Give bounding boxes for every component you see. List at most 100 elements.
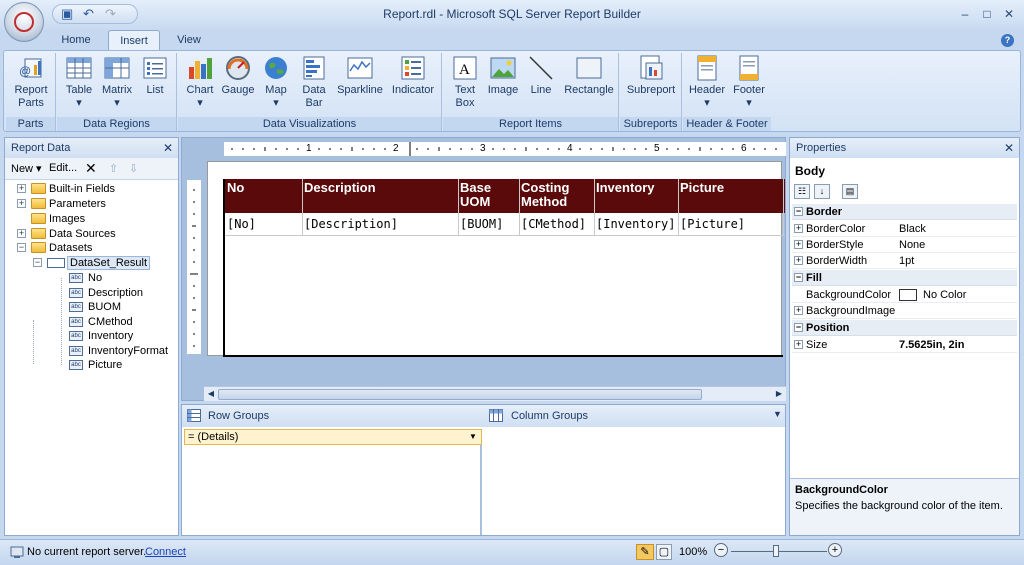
chevron-down-icon[interactable]: ▼ <box>467 432 479 442</box>
expand-toggle[interactable]: + <box>794 256 803 265</box>
header-button[interactable]: Header ▾ <box>687 55 727 110</box>
subreport-button[interactable]: Subreport <box>624 55 678 97</box>
cell-cmethod[interactable]: [CMethod] <box>521 217 586 231</box>
property-value[interactable]: No Color <box>923 287 966 303</box>
help-icon[interactable]: ? <box>1001 34 1014 47</box>
property-row[interactable]: + BorderWidth 1pt <box>792 253 1017 269</box>
property-row[interactable]: + Size 7.5625in, 2in <box>792 337 1017 353</box>
close-icon[interactable]: ✕ <box>1004 141 1014 155</box>
line-button[interactable]: Line <box>523 55 559 97</box>
property-value[interactable]: 1pt <box>899 253 914 269</box>
property-value[interactable]: 7.5625in, 2in <box>899 337 964 353</box>
move-down-icon[interactable]: ⇩ <box>129 162 138 175</box>
chevron-down-icon[interactable]: ▼ <box>773 409 782 419</box>
footer-button[interactable]: Footer ▾ <box>729 55 769 110</box>
preview-icon[interactable]: ▢ <box>656 544 672 560</box>
expand-toggle[interactable]: − <box>17 243 26 252</box>
tree-item-label: No <box>88 272 103 284</box>
list-button[interactable]: List <box>137 55 173 97</box>
column-header-costing-method[interactable]: Costing Method <box>521 181 569 209</box>
property-row[interactable]: BackgroundColor No Color <box>792 287 1017 303</box>
maximize-button[interactable]: □ <box>977 5 997 23</box>
design-view-icon[interactable]: ✎ <box>636 544 654 560</box>
category-border[interactable]: − Border <box>792 204 1017 220</box>
move-up-icon[interactable]: ⇧ <box>109 162 118 175</box>
connect-link[interactable]: Connect <box>145 546 186 558</box>
gauge-button[interactable]: Gauge <box>220 55 256 97</box>
cell-description[interactable]: [Description] <box>304 217 398 231</box>
property-value[interactable]: None <box>899 237 925 253</box>
expand-toggle[interactable]: + <box>794 306 803 315</box>
property-row[interactable]: + BorderStyle None <box>792 237 1017 253</box>
matrix-button[interactable]: Matrix ▾ <box>99 55 135 110</box>
categorized-icon[interactable]: ☷ <box>794 184 810 199</box>
minimize-button[interactable]: – <box>955 5 975 23</box>
zoom-slider-track[interactable] <box>731 551 827 552</box>
delete-icon[interactable]: ✕ <box>85 160 97 177</box>
report-table[interactable]: No Description Base UOM Costing Method I… <box>223 179 785 357</box>
design-surface[interactable]: 1 2 3 4 5 6 No Description Base UOM Cost… <box>181 137 786 401</box>
scroll-left-icon[interactable]: ◀ <box>205 388 217 400</box>
edit-button[interactable]: Edit... <box>49 162 77 174</box>
properties-title: Properties <box>790 138 1019 158</box>
matrix-label: Matrix ▾ <box>102 84 132 109</box>
cell-no[interactable]: [No] <box>227 217 256 231</box>
category-position[interactable]: − Position <box>792 320 1017 336</box>
report-parts-button[interactable]: @ Report Parts <box>8 55 54 110</box>
property-value[interactable]: Black <box>899 221 926 237</box>
data-bar-button[interactable]: Data Bar <box>296 55 332 110</box>
expand-toggle[interactable]: + <box>794 240 803 249</box>
column-header-inventory[interactable]: Inventory <box>596 181 655 195</box>
scrollbar-thumb[interactable] <box>218 389 702 400</box>
property-pages-icon[interactable]: ▤ <box>842 184 858 199</box>
close-icon[interactable]: ✕ <box>163 141 173 155</box>
image-button[interactable]: Image <box>485 55 521 97</box>
indicator-button[interactable]: Indicator <box>388 55 438 97</box>
property-row[interactable]: + BackgroundImage <box>792 303 1017 319</box>
server-status-text: No current report server. <box>27 546 147 558</box>
undo-icon[interactable]: ↶ <box>83 6 94 22</box>
scroll-right-icon[interactable]: ▶ <box>773 388 785 400</box>
expand-toggle[interactable]: + <box>17 184 26 193</box>
redo-icon[interactable]: ↷ <box>105 6 116 22</box>
zoom-in-button[interactable]: + <box>828 543 842 557</box>
horizontal-scrollbar[interactable]: ◀ ▶ <box>204 386 786 401</box>
table-button[interactable]: Table ▾ <box>61 55 97 110</box>
new-button[interactable]: New ▾ <box>11 162 42 175</box>
column-header-no[interactable]: No <box>227 181 244 195</box>
report-body[interactable]: No Description Base UOM Costing Method I… <box>207 161 785 357</box>
expand-toggle[interactable]: + <box>794 224 803 233</box>
expand-toggle[interactable]: + <box>794 340 803 349</box>
cell-inventory[interactable]: [Inventory] <box>596 217 675 231</box>
cell-buom[interactable]: [BUOM] <box>460 217 503 231</box>
ruler-mark: 3 <box>480 143 486 154</box>
tab-home[interactable]: Home <box>54 30 98 51</box>
sort-alphabetical-icon[interactable]: ↓ <box>814 184 830 199</box>
close-button[interactable]: ✕ <box>999 5 1019 23</box>
rectangle-button[interactable]: Rectangle <box>561 55 617 97</box>
expand-toggle[interactable]: + <box>17 199 26 208</box>
details-group[interactable]: = (Details) ▼ <box>184 429 482 445</box>
expand-toggle[interactable]: + <box>17 229 26 238</box>
tab-view[interactable]: View <box>168 30 210 51</box>
cell-picture[interactable]: [Picture] <box>680 217 745 231</box>
column-header-description[interactable]: Description <box>304 181 376 195</box>
expand-toggle[interactable]: − <box>33 258 42 267</box>
category-fill[interactable]: − Fill <box>792 270 1017 286</box>
chart-button[interactable]: Chart ▾ <box>182 55 218 110</box>
collapse-toggle[interactable]: − <box>794 323 803 332</box>
column-header-base-uom[interactable]: Base UOM <box>460 181 491 209</box>
save-icon[interactable]: ▣ <box>61 6 73 22</box>
color-swatch[interactable] <box>899 289 917 301</box>
zoom-out-button[interactable]: − <box>714 543 728 557</box>
column-header-picture[interactable]: Picture <box>680 181 724 195</box>
sparkline-button[interactable]: Sparkline <box>334 55 386 97</box>
application-button[interactable] <box>4 2 44 42</box>
tab-insert[interactable]: Insert <box>108 30 160 51</box>
zoom-slider-thumb[interactable] <box>773 545 779 557</box>
text-box-button[interactable]: A Text Box <box>447 55 483 110</box>
property-row[interactable]: + BorderColor Black <box>792 221 1017 237</box>
map-button[interactable]: Map ▾ <box>258 55 294 110</box>
collapse-toggle[interactable]: − <box>794 207 803 216</box>
collapse-toggle[interactable]: − <box>794 273 803 282</box>
